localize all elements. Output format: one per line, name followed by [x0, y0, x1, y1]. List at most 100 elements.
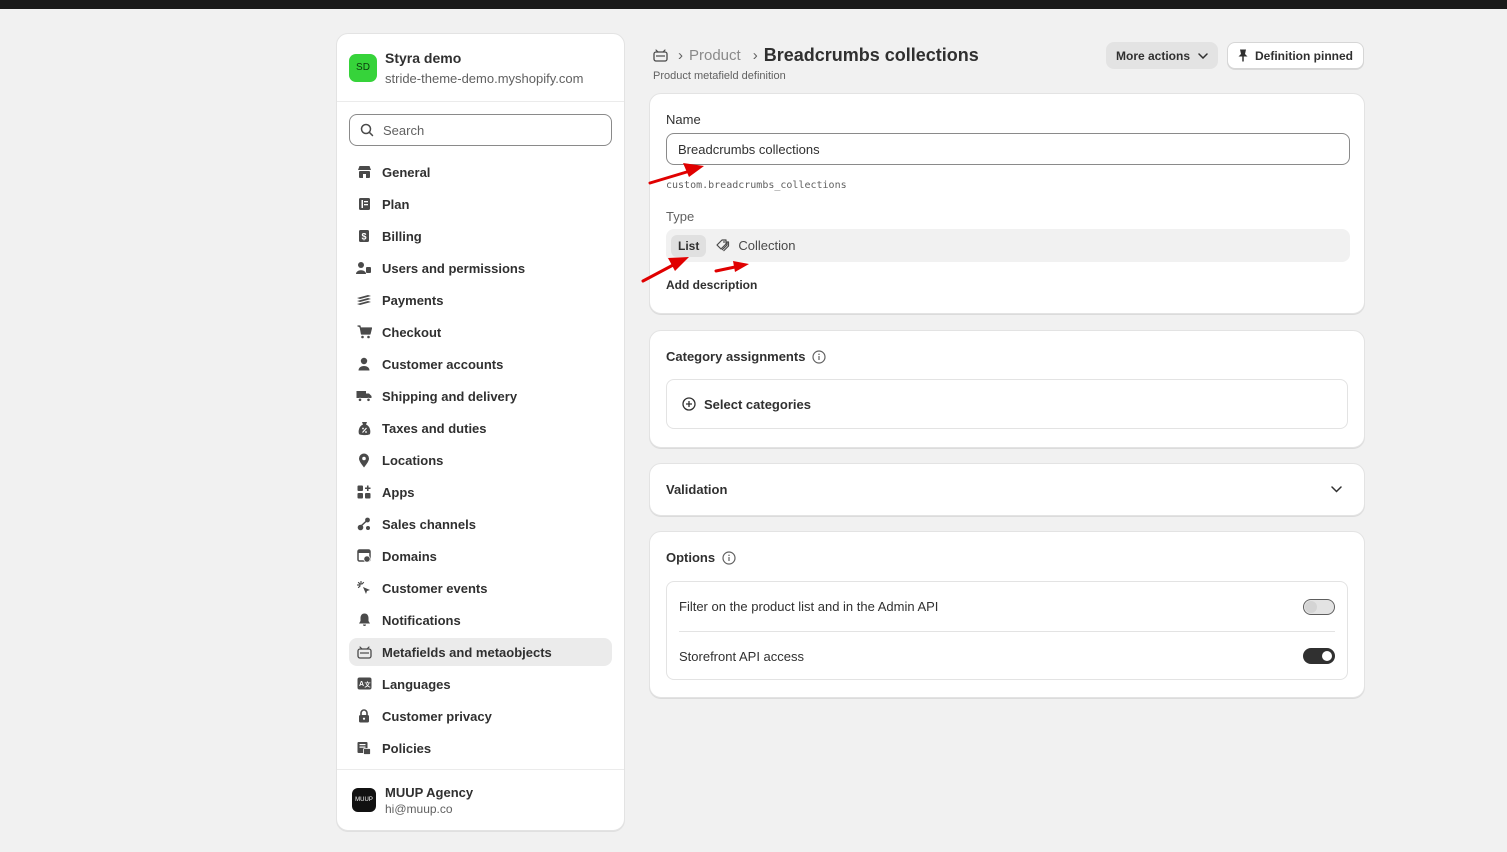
location-icon [356, 452, 372, 468]
plus-circle-icon [682, 397, 696, 411]
breadcrumb-product[interactable]: Product [689, 47, 741, 64]
account-avatar: MUUP [352, 788, 376, 812]
bell-icon [356, 612, 372, 628]
chevron-down-icon[interactable] [1331, 486, 1342, 493]
sidebar-item-label: Plan [382, 196, 410, 212]
sidebar-item-customer-events[interactable]: Customer events [349, 574, 612, 602]
sidebar-item-notifications[interactable]: Notifications [349, 606, 612, 634]
account-name: MUUP Agency [385, 784, 474, 800]
sidebar-item-label: Taxes and duties [382, 420, 487, 436]
options-title: Options [666, 550, 716, 565]
settings-search[interactable] [349, 114, 612, 146]
truck-icon [356, 388, 372, 404]
name-field[interactable]: Breadcrumbs collections [666, 133, 1350, 165]
lock-icon [356, 708, 372, 724]
store-header[interactable]: SD Styra demo stride-theme-demo.myshopif… [337, 34, 624, 102]
definition-card: Name Breadcrumbs collections custom.brea… [649, 93, 1365, 314]
top-bar [0, 0, 1507, 9]
metafields-icon [356, 644, 372, 660]
sidebar-item-label: Sales channels [382, 516, 476, 532]
sidebar-item-domains[interactable]: Domains [349, 542, 612, 570]
sidebar-item-label: Shipping and delivery [382, 388, 518, 404]
namespace-key: custom.breadcrumbs_collections [666, 180, 847, 191]
sidebar-item-label: Apps [382, 484, 415, 500]
info-icon[interactable] [722, 550, 736, 565]
search-icon [360, 123, 374, 137]
users-icon [356, 260, 372, 276]
account-email: hi@muup.co [385, 801, 453, 816]
info-icon[interactable] [812, 349, 827, 364]
list-badge: List [671, 234, 707, 257]
domains-icon [356, 548, 372, 564]
sidebar-item-customer-accounts[interactable]: Customer accounts [349, 350, 612, 378]
sidebar-item-shipping[interactable]: Shipping and delivery [349, 382, 612, 410]
definition-pinned-button[interactable]: Definition pinned [1227, 42, 1364, 69]
sidebar-item-sales-channels[interactable]: Sales channels [349, 510, 612, 538]
billing-icon: $ [356, 228, 372, 244]
sidebar-item-label: Locations [382, 452, 444, 468]
chevron-right-icon: › [678, 46, 683, 64]
category-assignments-card: Category assignments Select categories [649, 330, 1365, 448]
sidebar-item-label: Notifications [382, 612, 461, 628]
tax-icon [356, 420, 372, 436]
sidebar-item-label: General [382, 164, 431, 180]
sidebar-item-label: Policies [382, 740, 432, 756]
more-actions-button[interactable]: More actions [1106, 42, 1219, 69]
sidebar-item-languages[interactable]: A 文 Languages [349, 670, 612, 698]
store-name: Styra demo [385, 49, 462, 66]
plan-icon [356, 196, 372, 212]
store-icon [356, 164, 372, 180]
settings-sidebar: SD Styra demo stride-theme-demo.myshopif… [336, 33, 625, 831]
option-label: Storefront API access [679, 648, 805, 664]
sidebar-item-label: Customer privacy [382, 708, 492, 724]
option-row: Storefront API access [679, 631, 1335, 680]
sidebar-item-label: Domains [382, 548, 437, 564]
select-categories-button[interactable]: Select categories [666, 379, 1348, 429]
options-card: Options Filter on the product list and i… [649, 531, 1365, 698]
search-input[interactable] [383, 122, 583, 138]
sidebar-item-label: Users and permissions [382, 260, 526, 276]
person-icon [356, 356, 372, 372]
sidebar-item-policies[interactable]: Policies [349, 734, 612, 762]
channels-icon [356, 516, 372, 532]
sidebar-item-customer-privacy[interactable]: Customer privacy [349, 702, 612, 730]
cursor-icon [356, 580, 372, 596]
sidebar-item-metafields[interactable]: Metafields and metaobjects [349, 638, 612, 666]
sidebar-item-billing[interactable]: $ Billing [349, 222, 612, 250]
metafields-icon[interactable] [653, 48, 668, 62]
storefront-api-toggle[interactable] [1303, 648, 1335, 664]
chevron-down-icon [1198, 52, 1208, 59]
page-title: Breadcrumbs collections [763, 44, 979, 65]
definition-pinned-label: Definition pinned [1255, 48, 1353, 63]
sidebar-item-label: Payments [382, 292, 444, 308]
svg-text:A: A [358, 681, 363, 688]
language-icon: A文 [356, 676, 372, 692]
sidebar-item-general[interactable]: General [349, 158, 612, 186]
policy-icon [356, 740, 372, 756]
sidebar-item-apps[interactable]: Apps [349, 478, 612, 506]
account-footer[interactable]: MUUP MUUP Agency hi@muup.co [337, 769, 624, 830]
select-categories-label: Select categories [704, 396, 811, 412]
category-assignments-title: Category assignments [666, 349, 806, 364]
svg-text:$: $ [361, 232, 366, 242]
name-label: Name [666, 112, 701, 127]
sidebar-item-taxes[interactable]: Taxes and duties [349, 414, 612, 442]
sidebar-item-label: Metafields and metaobjects [382, 644, 552, 660]
sidebar-item-locations[interactable]: Locations [349, 446, 612, 474]
option-label: Filter on the product list and in the Ad… [679, 599, 939, 614]
sidebar-item-users[interactable]: Users and permissions [349, 254, 612, 282]
store-avatar: SD [349, 53, 377, 82]
add-description-link[interactable]: Add description [666, 278, 1348, 292]
type-label: Type [666, 209, 695, 224]
sidebar-item-label: Customer accounts [382, 356, 504, 372]
collection-icon [716, 238, 730, 251]
type-value: Collection [716, 238, 795, 253]
filter-toggle[interactable] [1303, 598, 1335, 615]
svg-text:文: 文 [363, 681, 371, 689]
validation-card[interactable]: Validation [649, 463, 1365, 516]
sidebar-item-payments[interactable]: Payments [349, 286, 612, 314]
chevron-right-icon: › [752, 46, 758, 64]
option-row: Filter on the product list and in the Ad… [679, 582, 1335, 631]
sidebar-item-plan[interactable]: Plan [349, 190, 612, 218]
sidebar-item-checkout[interactable]: Checkout [349, 318, 612, 346]
